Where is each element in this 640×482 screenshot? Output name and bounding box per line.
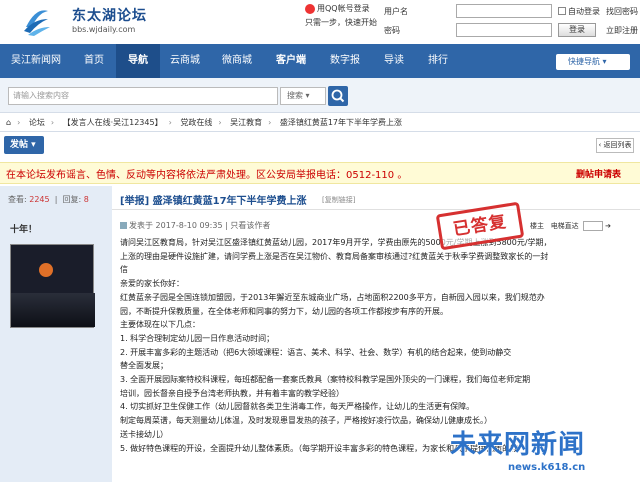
go-icon[interactable]: ➔ [605, 222, 611, 230]
username-label: 用户名 [384, 7, 408, 16]
site-name: 东太湖论坛 [72, 8, 147, 24]
search-type-select[interactable]: 搜索 ▾ [280, 87, 326, 105]
nav-item-epaper[interactable]: 数字报 [318, 44, 372, 78]
search-icon [331, 89, 345, 103]
watermark: 未来网新闻 news.k618.cn [450, 424, 640, 482]
qq-login: 用QQ帐号登录 只需一步，快速开始 [305, 2, 385, 30]
auto-login-label: 自动登录 [568, 7, 600, 16]
post-meta: 发表于 2017-8-10 09:35 | 只看该作者 [120, 220, 270, 231]
post-paragraph: 4. 切实抓好卫生保健工作（幼儿园督就各类卫生消毒工作，每天严格操作，让幼儿的生… [120, 402, 475, 412]
watermark-url: news.k618.cn [508, 462, 586, 473]
post-title: [举报] 盛泽镇红黄蓝17年下半年学费上涨 [120, 196, 307, 207]
username-input[interactable] [456, 4, 552, 18]
auto-login-checkbox[interactable] [558, 7, 566, 15]
floor-input[interactable] [582, 221, 603, 231]
nav-item-home[interactable]: 首页 [72, 44, 116, 78]
find-password-link[interactable]: 找回密码 [606, 4, 638, 19]
post-paragraph: 请问吴江区教育局，针对吴江区盛泽镇红黄蓝幼儿园，2017年9月开学，学费由原先的… [120, 238, 552, 247]
quick-nav-button[interactable]: 快捷导航 ▾ [556, 54, 630, 70]
delete-request-link[interactable]: 删帖申请表 [576, 167, 621, 180]
nav-item-ranking[interactable]: 排行 [416, 44, 460, 78]
site-url: bbs.wjdaily.com [72, 25, 136, 34]
main-nav: 吴江新闻网 首页 导航 云商城 微商城 客户端 数字报 导读 排行 [0, 44, 640, 78]
qq-login-subtext: 只需一步，快速开始 [305, 18, 377, 27]
post-paragraph: 主要体现在以下几点： [120, 320, 200, 330]
notice-text: 在本论坛发布谣言、色情、反动等内容将依法严肃处理。区公安局举报电话：0512-1… [6, 170, 408, 181]
author-icon [120, 222, 127, 229]
logo-icon [24, 10, 50, 36]
author-name[interactable]: 十年！ [10, 222, 37, 235]
nav-item-cloud-mall[interactable]: 云商城 [160, 44, 210, 78]
search-input[interactable]: 请输入搜索内容 [8, 87, 278, 105]
post-paragraph: 信 [120, 265, 128, 275]
breadcrumb-gov[interactable]: 党政在线 [180, 118, 212, 127]
breadcrumb-forum[interactable]: 论坛 [29, 118, 45, 127]
post-paragraph: 1. 科学合理制定幼儿园一日作息活动时间； [120, 333, 275, 343]
avatar[interactable] [10, 244, 95, 328]
post-paragraph: 园，不断提升保教质量，在全体老师和同事的努力下，幼儿园的各项工作都按步有序的开展… [120, 306, 448, 316]
breadcrumb-spokesman[interactable]: 【发言人在线·吴江12345】 [63, 118, 163, 127]
nav-item-wechat-mall[interactable]: 微商城 [210, 44, 264, 78]
thread-stats: 查看: 2245 | 回复: 8 [8, 195, 89, 204]
login-form: 用户名 自动登录 找回密码 密码 登录 立即注册 [384, 3, 640, 41]
post-paragraph: 红黄蓝亲子园是全国连锁加盟园，于2013年獬近至东城商业广场，占地面积2200多… [120, 292, 545, 302]
post-tools: 楼主 电梯直达 ➔ [530, 221, 611, 231]
reply-count: 8 [83, 195, 89, 204]
op-label: 楼主 [530, 222, 544, 230]
jump-floor-label: 电梯直达 [550, 222, 579, 230]
post-paragraph: 3. 全面开展园际案特校科课程，每班都配备一套案氏教具（案特校科教学是国外顶尖的… [120, 375, 531, 385]
breadcrumb-thread[interactable]: 盛泽镇红黄蓝17年下半年学费上涨 [280, 118, 402, 127]
new-post-button[interactable]: 发帖 ▾ [4, 136, 44, 154]
breadcrumb: ⌂ › 论坛 › 【发言人在线·吴江12345】 › 党政在线 › 吴江教育 › 盛泽镇红… [0, 112, 640, 132]
post-paragraph: 上涨的理由是硬件设施扩建，请问学费上涨是否在吴江物价、教育局备案审核通过?红黄蓝… [120, 251, 549, 261]
login-button[interactable]: 登录 [558, 23, 596, 37]
site-logo[interactable]: 东太湖论坛 bbs.wjdaily.com [4, 2, 304, 42]
copy-link-button[interactable]: [复制链接] [322, 195, 355, 205]
home-icon[interactable]: ⌂ [6, 118, 11, 127]
back-to-list-button[interactable]: ‹ 返回列表 [596, 138, 634, 153]
watermark-main: 未来网新闻 [450, 430, 586, 460]
breadcrumb-edu[interactable]: 吴江教育 [230, 118, 262, 127]
post-paragraph: 培训，园长督亲自授予台湾老师执教，并有着丰富的教学经验） [120, 388, 344, 398]
post-paragraph: 亲爱的家长你好： [120, 279, 184, 289]
nav-item-client[interactable]: 客户端 [264, 44, 318, 78]
post-paragraph: 2. 开展丰富多彩的主题活动（把6大领域课程：语言、美术、科学、社会、数学）有机… [120, 347, 512, 357]
nav-item-wjnews[interactable]: 吴江新闻网 [0, 44, 72, 78]
nav-item-guide[interactable]: 导航 [116, 44, 160, 78]
nav-item-digest[interactable]: 导读 [372, 44, 416, 78]
qq-icon [305, 3, 315, 14]
search-button[interactable] [328, 86, 348, 106]
password-input[interactable] [456, 23, 552, 37]
password-label: 密码 [384, 26, 400, 35]
post-body: 请问吴江区教育局，针对吴江区盛泽镇红黄蓝幼儿园，2017年9月开学，学费由原先的… [120, 236, 632, 455]
post-paragraph: 替全面发展； [120, 361, 168, 371]
view-count: 2245 [29, 195, 50, 204]
qq-login-button[interactable]: 用QQ帐号登录 [305, 2, 385, 16]
register-link[interactable]: 立即注册 [606, 23, 638, 38]
